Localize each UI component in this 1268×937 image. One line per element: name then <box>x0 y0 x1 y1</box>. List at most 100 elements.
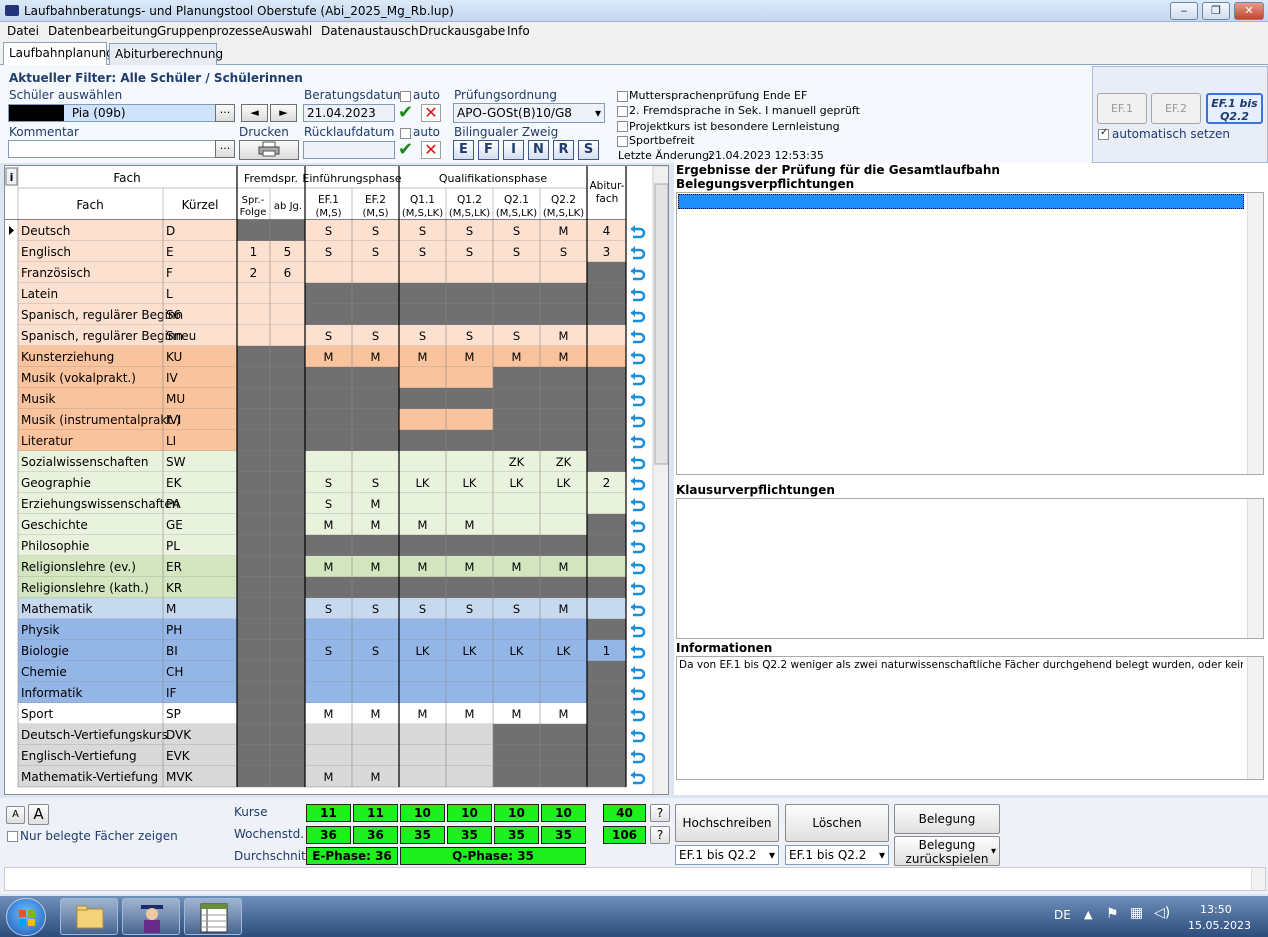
course-cell[interactable] <box>352 262 399 283</box>
sprachfolge-cell[interactable] <box>270 388 305 409</box>
bili-s-button[interactable]: S <box>578 140 599 160</box>
menu-auswahl[interactable]: Auswahl <box>262 24 312 38</box>
course-cell[interactable] <box>399 724 446 745</box>
sprachfolge-cell[interactable] <box>237 682 270 703</box>
bili-n-button[interactable]: N <box>528 140 549 160</box>
course-cell[interactable] <box>493 430 540 451</box>
option-muttersprache-checkbox[interactable] <box>617 91 628 102</box>
range-select-2[interactable]: EF.1 bis Q2.2 <box>785 845 889 865</box>
sprachfolge-cell[interactable] <box>237 325 270 346</box>
kurse-help-button[interactable]: ? <box>650 804 670 822</box>
course-cell[interactable] <box>446 682 493 703</box>
belegung-sichern-button[interactable]: Belegung sichern <box>894 804 1000 854</box>
course-cell[interactable] <box>446 367 493 388</box>
close-button[interactable]: ✕ <box>1234 2 1264 20</box>
course-cell[interactable] <box>352 304 399 325</box>
sprachfolge-cell[interactable] <box>237 346 270 367</box>
course-cell[interactable] <box>352 367 399 388</box>
ruecklauf-date[interactable] <box>303 141 395 159</box>
course-cell[interactable] <box>540 430 587 451</box>
course-cell[interactable] <box>540 493 587 514</box>
course-cell[interactable] <box>493 514 540 535</box>
sprachfolge-cell[interactable] <box>270 325 305 346</box>
course-cell[interactable] <box>446 409 493 430</box>
taskbar-app-planner[interactable] <box>184 898 242 935</box>
abitur-cell[interactable] <box>587 514 626 535</box>
start-button[interactable] <box>6 898 46 936</box>
course-cell[interactable] <box>540 577 587 598</box>
hochschreiben-button[interactable]: Hochschreiben <box>675 804 779 842</box>
tab-laufbahnplanung[interactable]: Laufbahnplanung <box>3 42 114 65</box>
klausur-list[interactable] <box>676 498 1264 639</box>
course-cell[interactable] <box>399 577 446 598</box>
sprachfolge-cell[interactable] <box>270 367 305 388</box>
course-cell[interactable] <box>399 409 446 430</box>
sprachfolge-cell[interactable] <box>237 598 270 619</box>
belegung-scrollbar[interactable] <box>1247 193 1263 474</box>
abitur-cell[interactable] <box>587 745 626 766</box>
abitur-cell[interactable] <box>587 724 626 745</box>
sprachfolge-cell[interactable] <box>237 745 270 766</box>
course-cell[interactable] <box>446 388 493 409</box>
course-cell[interactable] <box>540 304 587 325</box>
sprachfolge-cell[interactable] <box>237 472 270 493</box>
course-cell[interactable] <box>446 766 493 787</box>
auto-set-checkbox[interactable] <box>1098 127 1109 140</box>
abitur-cell[interactable] <box>587 325 626 346</box>
sprachfolge-cell[interactable] <box>270 682 305 703</box>
bili-i-button[interactable]: I <box>503 140 524 160</box>
abitur-cell[interactable] <box>587 556 626 577</box>
sprachfolge-cell[interactable] <box>270 619 305 640</box>
sprachfolge-cell[interactable] <box>270 514 305 535</box>
course-cell[interactable] <box>305 430 352 451</box>
course-cell[interactable] <box>540 682 587 703</box>
sprachfolge-cell[interactable] <box>270 493 305 514</box>
course-cell[interactable] <box>399 262 446 283</box>
abitur-cell[interactable] <box>587 388 626 409</box>
course-cell[interactable] <box>399 661 446 682</box>
course-cell[interactable] <box>446 577 493 598</box>
student-dots-button[interactable]: ··· <box>215 104 235 122</box>
option-sportbefreit-checkbox[interactable] <box>617 136 628 147</box>
course-cell[interactable] <box>540 514 587 535</box>
bili-r-button[interactable]: R <box>553 140 574 160</box>
menu-datenbearbeitung[interactable]: Datenbearbeitung <box>48 24 157 38</box>
language-indicator[interactable]: DE <box>1054 908 1071 922</box>
belegung-selected-row[interactable] <box>678 194 1244 209</box>
course-cell[interactable] <box>540 409 587 430</box>
abitur-cell[interactable] <box>587 346 626 367</box>
abitur-cell[interactable] <box>587 367 626 388</box>
taskbar-explorer[interactable] <box>60 898 118 935</box>
sprachfolge-cell[interactable] <box>270 766 305 787</box>
course-cell[interactable] <box>493 409 540 430</box>
course-cell[interactable] <box>446 304 493 325</box>
course-cell[interactable] <box>399 745 446 766</box>
course-cell[interactable] <box>493 304 540 325</box>
sprachfolge-cell[interactable] <box>237 766 270 787</box>
beratung-date[interactable]: 21.04.2023 <box>303 104 395 122</box>
course-cell[interactable] <box>540 619 587 640</box>
sprachfolge-cell[interactable] <box>270 451 305 472</box>
belegung-list[interactable] <box>676 192 1264 475</box>
bili-e-button[interactable]: E <box>453 140 474 160</box>
abitur-cell[interactable] <box>587 598 626 619</box>
course-cell[interactable] <box>399 304 446 325</box>
sprachfolge-cell[interactable] <box>270 703 305 724</box>
ruecklauf-clear-icon[interactable]: ✕ <box>421 141 441 159</box>
course-cell[interactable] <box>540 283 587 304</box>
menu-datenaustausch[interactable]: Datenaustausch <box>321 24 419 38</box>
course-cell[interactable] <box>352 388 399 409</box>
sprachfolge-cell[interactable] <box>237 703 270 724</box>
course-cell[interactable] <box>305 262 352 283</box>
course-cell[interactable] <box>446 493 493 514</box>
abitur-cell[interactable] <box>587 661 626 682</box>
course-cell[interactable] <box>493 619 540 640</box>
course-cell[interactable] <box>446 262 493 283</box>
course-cell[interactable] <box>352 724 399 745</box>
sprachfolge-cell[interactable] <box>237 409 270 430</box>
grid-scrollbar-thumb[interactable] <box>654 183 668 465</box>
beratung-clear-icon[interactable]: ✕ <box>421 104 441 122</box>
print-button[interactable] <box>239 140 299 160</box>
abitur-cell[interactable] <box>587 430 626 451</box>
course-cell[interactable] <box>305 724 352 745</box>
